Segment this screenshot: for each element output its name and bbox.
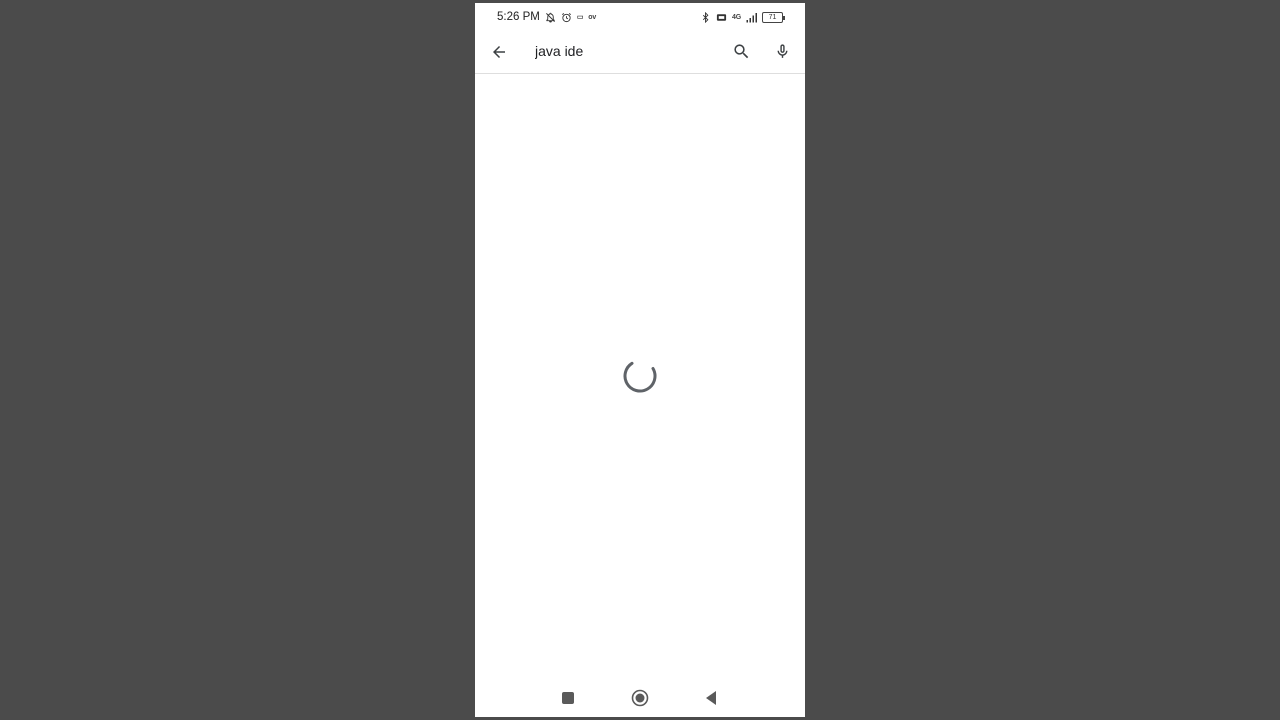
- status-left: 5:26 PM ▭ ov: [497, 11, 596, 23]
- sim-icon: ▭: [576, 14, 584, 21]
- bluetooth-icon: [700, 11, 711, 23]
- status-time: 5:26 PM: [497, 11, 540, 23]
- signal-4g-icon: [746, 12, 757, 23]
- video-frame: 5:26 PM ▭ ov 4G 71 java ide: [0, 0, 1280, 720]
- search-input[interactable]: [535, 43, 715, 59]
- data-saver-icon: ov: [588, 13, 597, 21]
- microphone-icon[interactable]: [770, 39, 794, 63]
- phone-screen: 5:26 PM ▭ ov 4G 71 java ide: [475, 3, 805, 717]
- alarm-icon: [561, 12, 572, 23]
- recents-button[interactable]: [553, 683, 583, 713]
- network-label: 4G: [732, 13, 741, 21]
- bell-off-icon: [545, 12, 556, 23]
- search-bar: [475, 31, 805, 74]
- arrow-back-icon[interactable]: [486, 39, 512, 65]
- nav-back-button[interactable]: [696, 683, 726, 713]
- home-button[interactable]: [625, 683, 655, 713]
- status-right: 4G 71: [700, 11, 785, 23]
- volte-icon: [716, 12, 727, 23]
- status-bar: 5:26 PM ▭ ov 4G 71: [475, 3, 805, 31]
- search-icon[interactable]: [729, 39, 753, 63]
- battery-icon: 71: [762, 11, 785, 23]
- loading-spinner-icon: [622, 358, 658, 394]
